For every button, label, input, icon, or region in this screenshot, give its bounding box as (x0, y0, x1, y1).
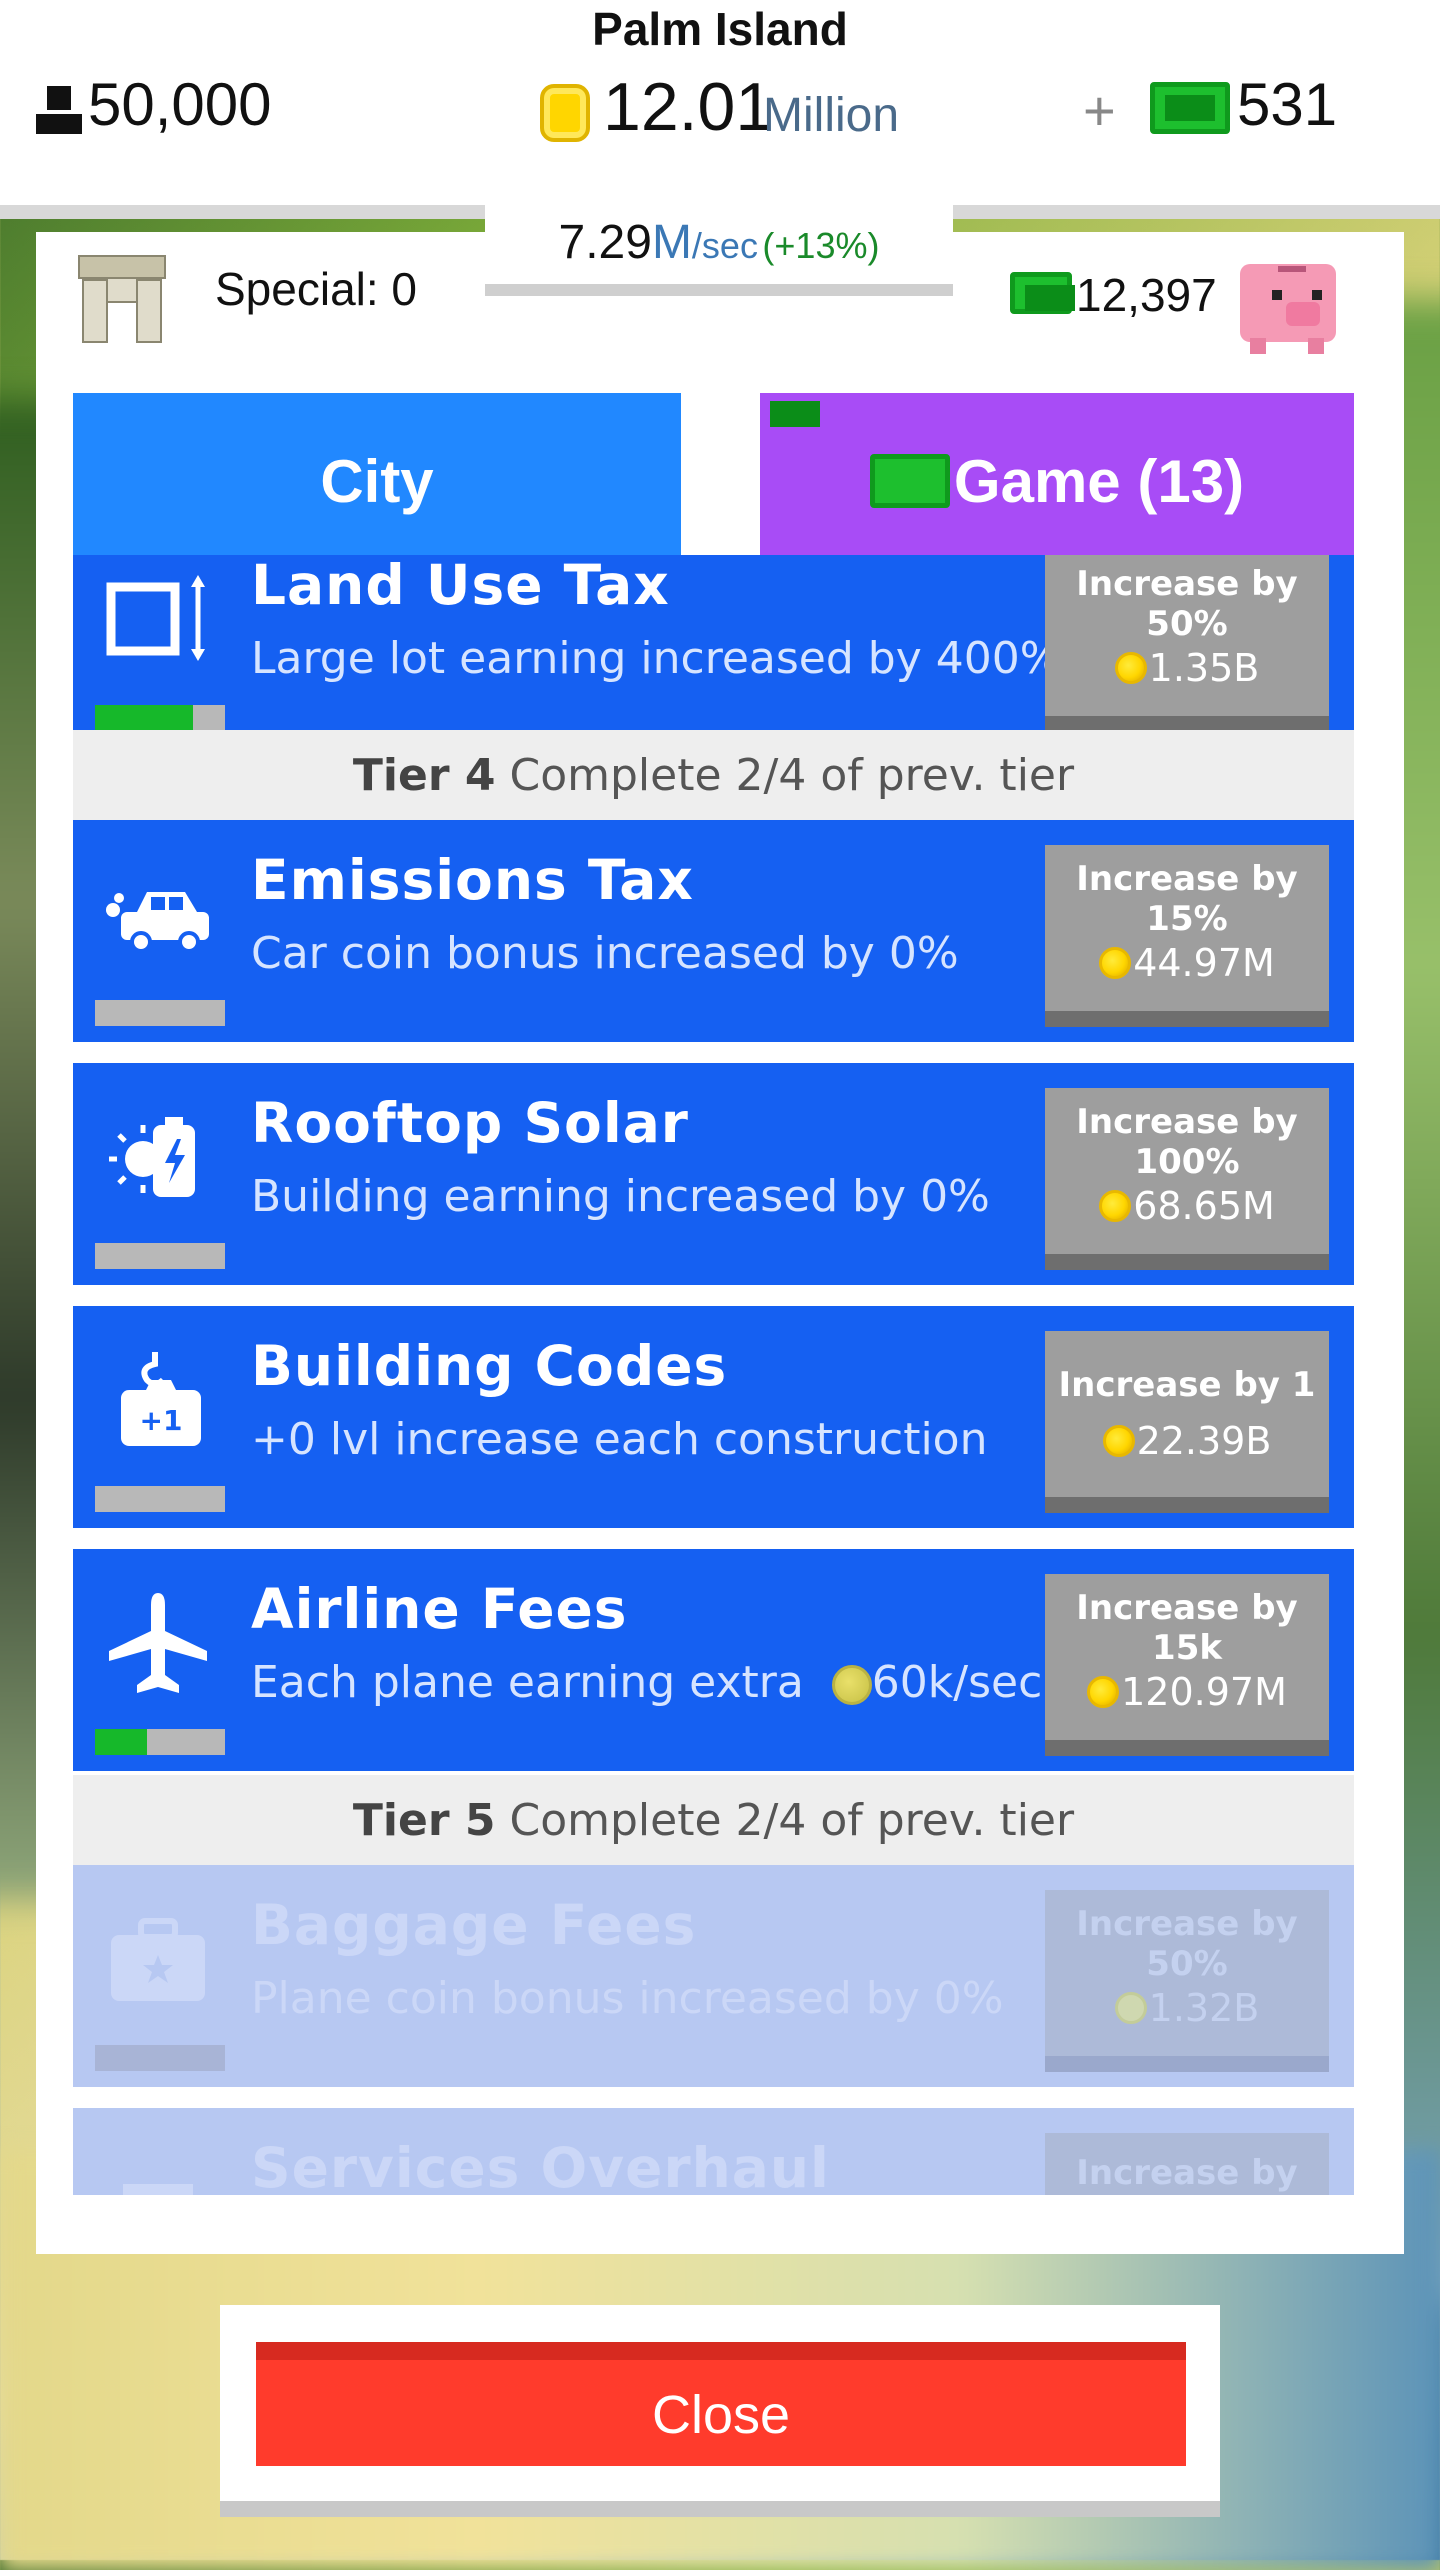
upgrade-title: Services Overhaul (251, 2136, 830, 2195)
coin-icon (1102, 1424, 1135, 1457)
buy-baggage-fees-button: Increase by 50% 1.32B (1045, 1890, 1329, 2072)
rate-bonus: (+13%) (762, 225, 880, 266)
buy-services-overhaul-button: Increase by (1045, 2133, 1329, 2195)
upgrade-row-rooftop-solar: Rooftop Solar Building earning increased… (73, 1063, 1354, 1285)
description-value: 60k/sec (871, 1657, 1043, 1708)
upgrade-progress (95, 1486, 225, 1512)
upgrade-title: Building Codes (251, 1334, 728, 1398)
rate-value: 7.29 (558, 216, 652, 269)
population-icon (36, 86, 82, 136)
coin-icon (1099, 1189, 1132, 1222)
island-name: Palm Island (592, 3, 848, 55)
tier-5-header: Tier 5 Complete 2/4 of prev. tier (73, 1775, 1354, 1867)
buy-airline-fees-button[interactable]: Increase by 15k 120.97M (1045, 1574, 1329, 1756)
upgrade-progress (95, 1729, 225, 1755)
upgrade-row-building-codes: +1 Building Codes +0 lvl increase each c… (73, 1306, 1354, 1528)
upgrade-title: Airline Fees (251, 1577, 628, 1641)
increase-label: Increase by 1 (1058, 1365, 1316, 1405)
upgrade-row-services-overhaul: Services Overhaul Increase by (73, 2108, 1354, 2195)
close-button[interactable]: Close (256, 2342, 1186, 2466)
cash-icon[interactable] (1150, 82, 1230, 134)
upgrade-row-land-use-tax: Land Use Tax Large lot earning increased… (73, 555, 1354, 747)
price: 22.39B (1136, 1419, 1272, 1463)
increase-label: Increase by (1076, 2153, 1298, 2193)
coin-icon (1114, 1991, 1147, 2024)
coin-icon (831, 1665, 872, 1705)
tier-requirement: Complete 2/4 of prev. tier (509, 750, 1075, 801)
buy-rooftop-solar-button[interactable]: Increase by 100% 68.65M (1045, 1088, 1329, 1270)
arch-monument-icon (78, 255, 166, 345)
increase-label: Increase by 50% (1076, 564, 1298, 644)
upgrade-progress (95, 2045, 225, 2071)
cash-icon (869, 454, 950, 509)
rate-per: /sec (691, 225, 758, 266)
coin-icon (1099, 946, 1132, 979)
upgrade-row-airline-fees: Airline Fees Each plane earning extra 60… (73, 1549, 1354, 1771)
income-rate: 7.29M/sec (+13%) (485, 204, 953, 296)
upgrade-description: Plane coin bonus increased by 0% (251, 1973, 1004, 2024)
suitcase-icon (111, 1918, 205, 2001)
gems-value: 531 (1237, 71, 1338, 138)
upgrade-title: Emissions Tax (251, 848, 694, 912)
crane-icon: +1 (121, 1352, 201, 1446)
car-icon (106, 892, 209, 953)
solar-battery-icon (109, 1117, 195, 1197)
airplane-icon (109, 1593, 207, 1693)
upgrade-progress (95, 1243, 225, 1269)
tab-game-label: Game (13) (953, 448, 1245, 515)
top-status-bar: Palm Island 50,000 12.01 Million + 531 (0, 0, 1440, 205)
tier-label: Tier 4 (352, 750, 496, 801)
upgrade-title: Baggage Fees (251, 1893, 697, 1957)
buy-land-use-tax-button[interactable]: Increase by 50% 1.35B (1045, 555, 1329, 732)
money-unit: Million (763, 89, 900, 142)
money-value: 12.01 (603, 69, 774, 145)
description-text: Each plane earning extra (251, 1657, 804, 1708)
add-gems-plus-icon[interactable]: + (1083, 78, 1116, 143)
upgrade-description: Each plane earning extra 60k/sec (251, 1657, 1042, 1708)
buy-building-codes-button[interactable]: Increase by 1 22.39B (1045, 1331, 1329, 1513)
building-icon (123, 2184, 193, 2195)
upgrade-list[interactable]: Land Use Tax Large lot earning increased… (73, 555, 1354, 2195)
upgrade-title: Land Use Tax (251, 555, 670, 617)
price: 120.97M (1121, 1670, 1287, 1714)
upgrade-description: Building earning increased by 0% (251, 1171, 990, 1222)
increase-label: Increase by 15% (1076, 859, 1298, 939)
price: 1.32B (1148, 1986, 1260, 2030)
coin-icon (540, 84, 590, 142)
buy-emissions-tax-button[interactable]: Increase by 15% 44.97M (1045, 845, 1329, 1027)
coin-icon (1114, 651, 1147, 684)
upgrade-description: Car coin bonus increased by 0% (251, 928, 959, 979)
price: 68.65M (1133, 1184, 1275, 1228)
increase-label: Increase by 50% (1076, 1904, 1298, 1984)
rate-unit: M (651, 216, 692, 269)
bank-value: 12,397 (1076, 269, 1217, 321)
increase-label: Increase by 15k (1076, 1588, 1298, 1668)
svg-text:+1: +1 (140, 1404, 183, 1437)
upgrade-description: +0 lvl increase each construction (251, 1414, 988, 1465)
upgrade-progress (95, 1000, 225, 1026)
increase-label: Increase by 100% (1076, 1102, 1298, 1182)
tier-4-header: Tier 4 Complete 2/4 of prev. tier (73, 730, 1354, 822)
upgrade-description: Large lot earning increased by 400% (251, 633, 1062, 684)
tab-city[interactable]: City (73, 393, 681, 558)
land-lot-icon (106, 575, 205, 661)
price: 1.35B (1148, 646, 1260, 690)
piggy-bank-icon[interactable] (1232, 250, 1342, 354)
cash-icon (1010, 272, 1075, 314)
tab-game[interactable]: Game (13) (760, 393, 1354, 558)
upgrade-row-baggage-fees: Baggage Fees Plane coin bonus increased … (73, 1865, 1354, 2087)
upgrade-progress (95, 705, 225, 731)
population-value: 50,000 (88, 71, 272, 138)
upgrade-row-emissions-tax: Emissions Tax Car coin bonus increased b… (73, 820, 1354, 1042)
coin-icon (1087, 1675, 1120, 1708)
special-count: Special: 0 (215, 263, 418, 315)
tier-label: Tier 5 (352, 1795, 496, 1846)
tier-requirement: Complete 2/4 of prev. tier (509, 1795, 1075, 1846)
upgrade-title: Rooftop Solar (251, 1091, 689, 1155)
price: 44.97M (1133, 941, 1275, 985)
